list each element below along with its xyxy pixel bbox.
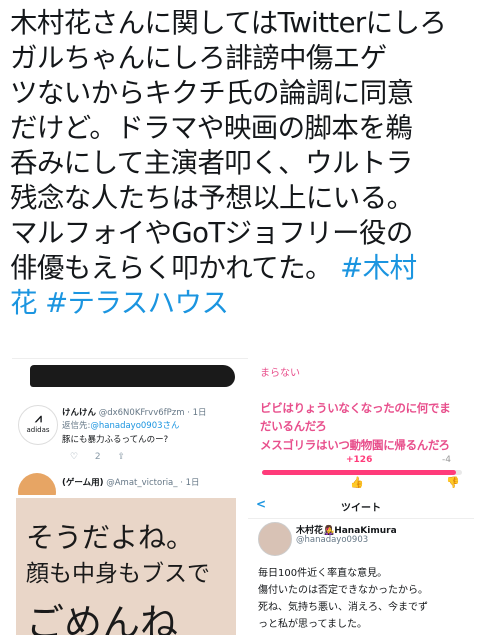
tweet-screenshot: < ツイート 木村花👩‍🎤HanaKimura @hanadayo0903 毎日…	[248, 492, 474, 635]
tweet-line: 残念な人たちは予想以上にいる。	[10, 182, 414, 214]
tweet-line: ガルちゃんにしろ誹謗中傷エゲ	[10, 42, 387, 74]
comment-line: メスゴリラはいつ動物園に帰るんだろ	[260, 438, 450, 452]
reply-actions[interactable]: ♡ 2 ⇪	[70, 451, 125, 463]
comment-line: ビビはりょういなくなったのに何でま	[260, 401, 451, 415]
hashtag-kimura-cont[interactable]: 花	[10, 287, 38, 319]
profile-avatar[interactable]	[258, 522, 292, 556]
comments-screenshot: まらない ビビはりょういなくなったのに何でま だいるんだろ メスゴリラはいつ動物…	[250, 358, 471, 494]
reply-list-screenshot: ⩘ adidas けんけん @dx6N0KFrvv6fPzm · 1日 返信先:@…	[12, 358, 248, 495]
message-line: そうだよね。	[26, 521, 195, 554]
comment-line: だいるんだろ	[260, 419, 327, 433]
message-line: ごめんね	[26, 601, 179, 635]
profile-handle[interactable]: @hanadayo0903	[296, 535, 368, 545]
tweet-line: 木村花さんに関してはTwitterにしろ	[10, 7, 447, 39]
reply-user-name: けんけん	[62, 408, 97, 418]
upvote-count: +126	[346, 455, 373, 465]
comment-fragment: まらない	[260, 368, 300, 379]
hashtag-kimura[interactable]: #木村	[340, 252, 417, 284]
tweet-line: 俳優もえらく叩かれてた。	[10, 252, 333, 284]
reply-target: 返信先:@hanadayo0903さん	[62, 420, 180, 432]
reply-handle[interactable]: @hanadayo0903さん	[90, 421, 179, 431]
hashtag-terrace-house[interactable]: #テラスハウス	[45, 287, 229, 319]
thumbs-up-icon[interactable]: 👍	[350, 476, 364, 489]
header-title: ツイート	[341, 503, 381, 514]
tweet-line: ツないからキクチ氏の論調に同意	[10, 77, 414, 109]
reply-meta: けんけん @dx6N0KFrvv6fPzm · 1日	[62, 407, 207, 419]
tweet-body-line: 死ね、気持ち悪い、消えろ、今までず	[258, 602, 428, 613]
tweet-text: 木村花さんに関してはTwitterにしろ ガルちゃんにしろ誹謗中傷エゲ ツないからキ…	[10, 6, 478, 321]
thumbs-down-icon[interactable]: 👎	[446, 476, 460, 489]
reply-user-name-2: (ゲーム用)	[62, 478, 104, 488]
vote-ratio-bar	[262, 470, 462, 475]
tweet-line: だけど。ドラマや映画の脚本を鵜	[10, 112, 413, 144]
downvote-count: -4	[442, 455, 451, 465]
game-user-avatar	[18, 473, 56, 495]
reply-time: · 1日	[187, 408, 207, 418]
tweet-body-line: 傷付いたのは否定できなかったから。	[258, 585, 428, 596]
tweet-header: < ツイート	[248, 492, 474, 519]
message-screenshot: そうだよね。 顔も中身もブスで ごめんね	[16, 498, 236, 635]
adidas-logo-text: adidas	[26, 426, 50, 434]
reply-meta-2: (ゲーム用) @Amat_victoria_ · 1日	[62, 477, 200, 489]
tweet-line: 呑みにして主演者叩く、ウルトラ	[10, 147, 413, 179]
redaction-bar	[30, 365, 235, 387]
vote-ratio-fill	[262, 470, 456, 475]
reply-time-2: · 1日	[180, 478, 200, 488]
message-line: 顔も中身もブスで	[26, 561, 210, 587]
tweet-body-line: っと私が思ってました。	[258, 619, 367, 630]
reply-user-handle: @dx6N0KFrvv6fPzm	[98, 408, 185, 418]
reply-prefix: 返信先:	[62, 421, 91, 431]
tweet-line: マルフォイやGoTジョフリー役の	[10, 217, 413, 249]
reply-user-handle-2: @Amat_victoria_	[106, 478, 178, 488]
tweet-body-line: 毎日100件近く率直な意見。	[258, 568, 388, 579]
adidas-avatar: ⩘ adidas	[18, 405, 58, 445]
reply-text: 豚にも暴力ふるってんのー?	[62, 435, 169, 445]
